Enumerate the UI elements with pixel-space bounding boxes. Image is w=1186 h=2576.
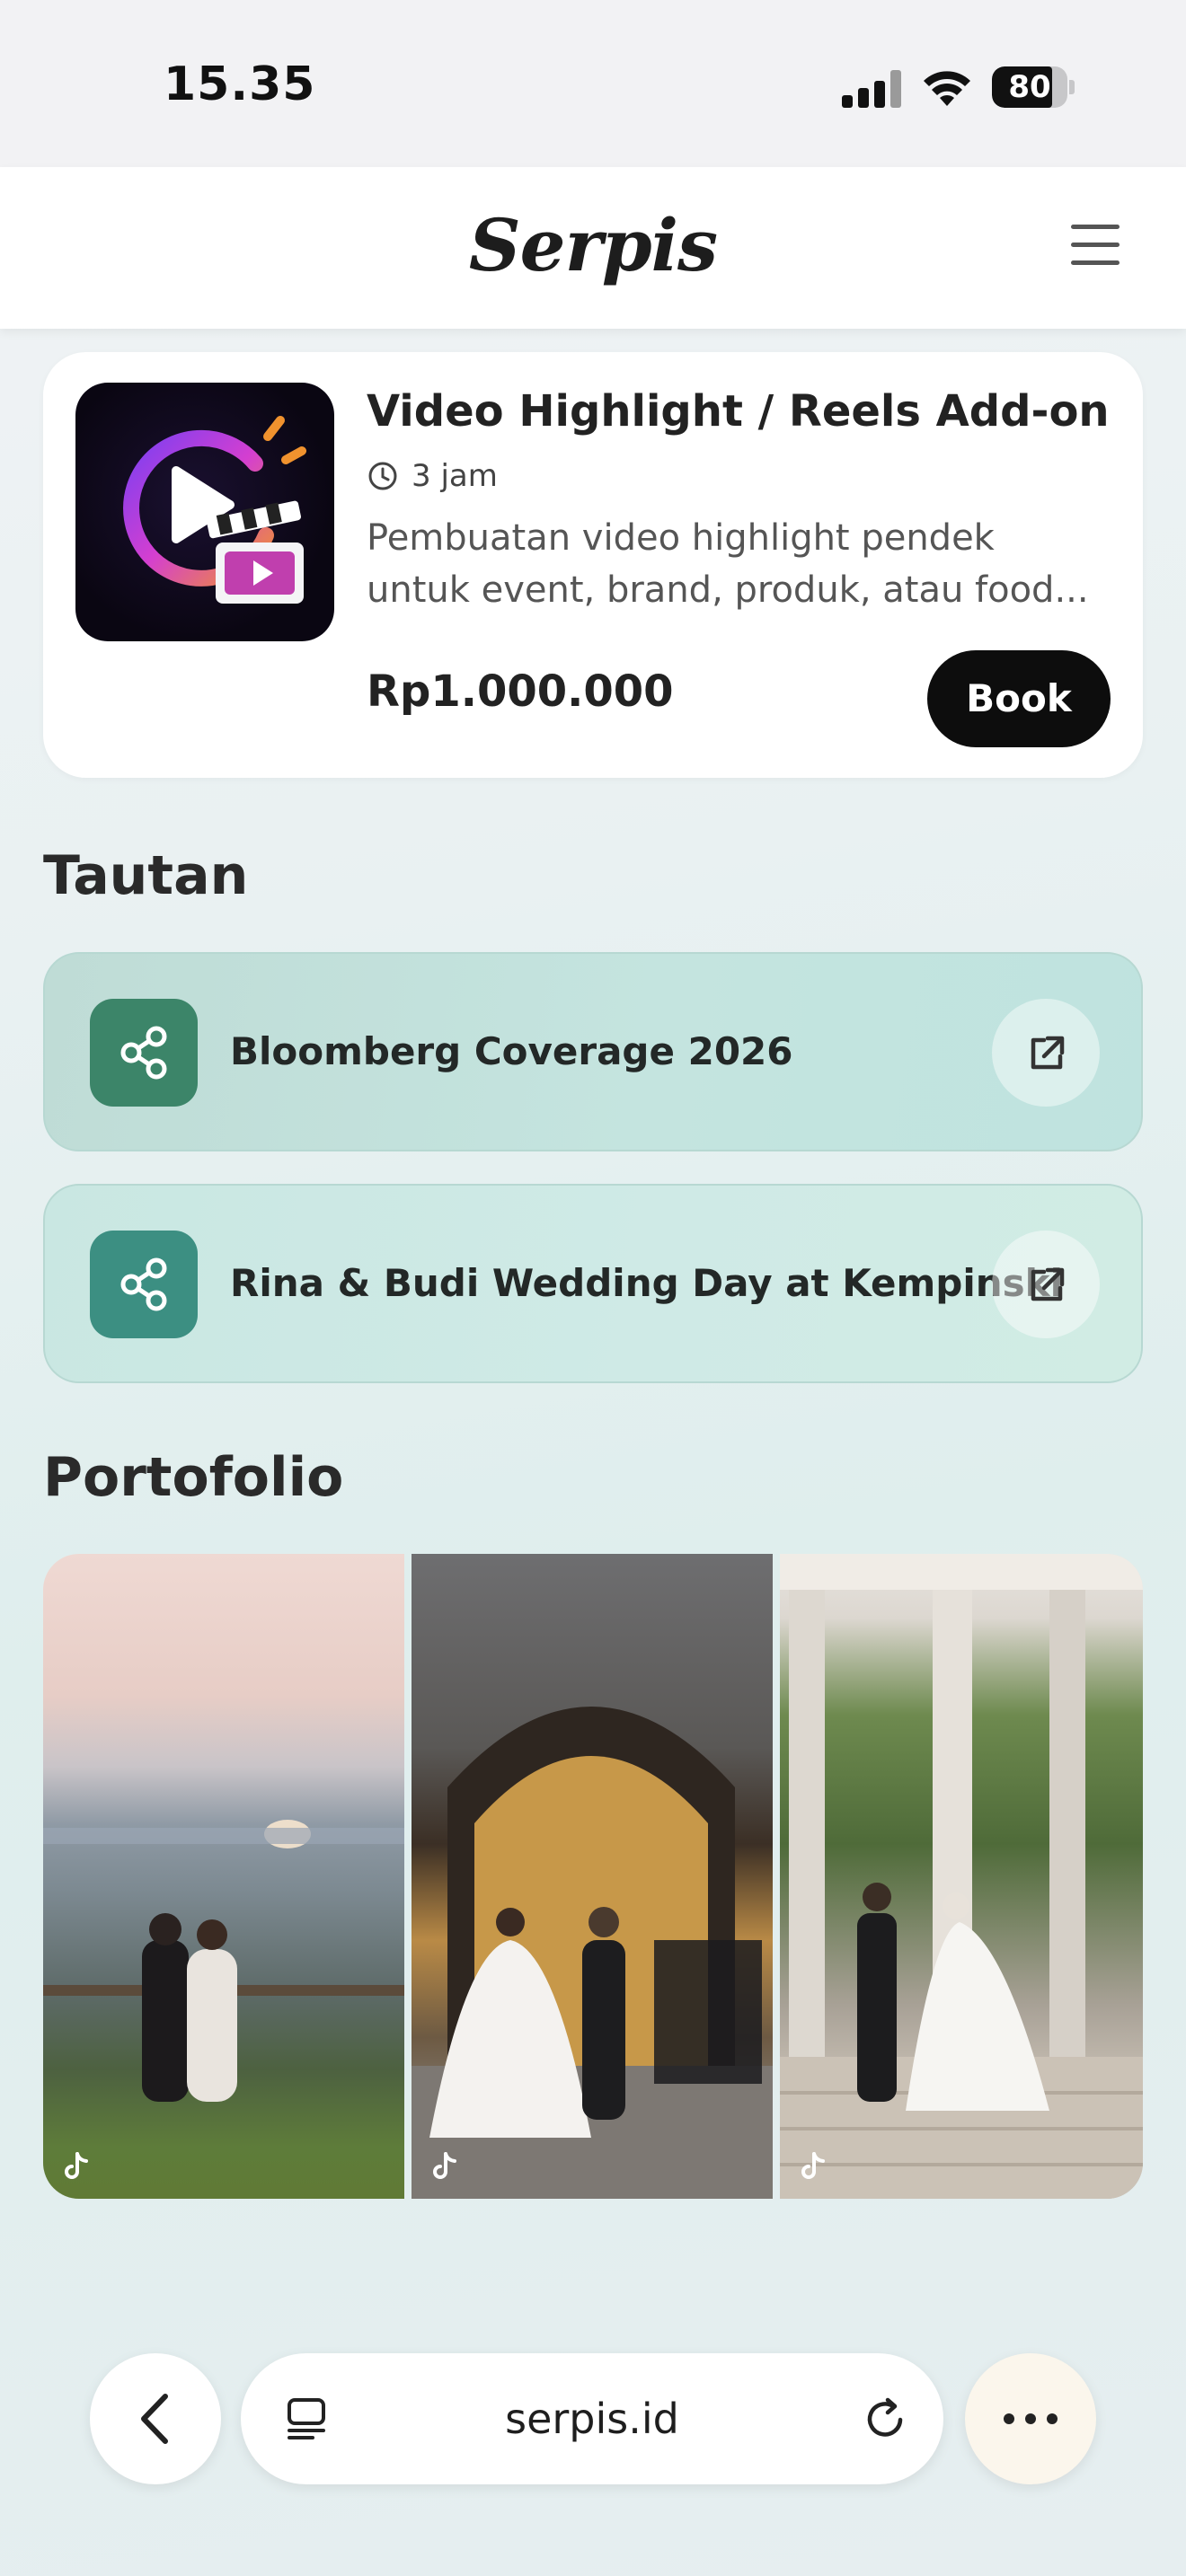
address-bar[interactable]: serpis.id xyxy=(241,2353,943,2484)
back-button[interactable] xyxy=(90,2353,221,2484)
external-link-icon[interactable] xyxy=(992,1231,1100,1338)
status-bar: 15.35 80 xyxy=(0,0,1186,167)
hamburger-menu-icon[interactable] xyxy=(1069,223,1121,268)
site-header: Serpis xyxy=(0,167,1186,329)
service-duration: 3 jam xyxy=(367,458,498,494)
tiktok-icon xyxy=(433,2152,456,2179)
share-icon xyxy=(90,1231,198,1338)
clock: 15.35 xyxy=(164,57,316,111)
share-icon xyxy=(90,999,198,1107)
ellipsis-icon xyxy=(1004,2413,1058,2424)
service-price: Rp1.000.000 xyxy=(367,666,674,717)
link-label: Bloomberg Coverage 2026 xyxy=(230,1029,793,1073)
book-button[interactable]: Book xyxy=(927,650,1111,747)
portfolio-item-church-wedding[interactable] xyxy=(412,1554,773,2199)
portfolio-section-title: Portofolio xyxy=(43,1446,344,1509)
portfolio-item-sunset-couple[interactable] xyxy=(43,1554,404,2199)
service-card[interactable]: Video Highlight / Reels Add-on 3 jam Pem… xyxy=(43,352,1143,778)
portfolio-item-garden-wedding[interactable] xyxy=(780,1554,1143,2199)
link-item-wedding[interactable]: Rina & Budi Wedding Day at Kempinski xyxy=(43,1184,1143,1383)
video-play-icon xyxy=(75,383,334,641)
duration-text: 3 jam xyxy=(412,458,498,494)
battery-percent: 80 xyxy=(1008,69,1051,105)
portfolio-grid xyxy=(43,1554,1143,2199)
chevron-left-icon xyxy=(141,2394,168,2444)
cellular-signal-icon xyxy=(842,70,901,108)
reload-icon[interactable] xyxy=(861,2395,909,2443)
site-logo[interactable]: Serpis xyxy=(0,203,1186,287)
url-text: serpis.id xyxy=(505,2395,679,2443)
more-options-button[interactable] xyxy=(965,2353,1096,2484)
clock-icon xyxy=(368,462,397,490)
external-link-icon[interactable] xyxy=(992,999,1100,1107)
battery-icon: 80 xyxy=(992,66,1075,108)
tiktok-icon xyxy=(801,2152,825,2179)
tiktok-icon xyxy=(65,2152,88,2179)
service-title: Video Highlight / Reels Add-on xyxy=(367,386,1110,437)
service-description: Pembuatan video highlight pendek untuk e… xyxy=(367,517,1089,611)
link-item-bloomberg[interactable]: Bloomberg Coverage 2026 xyxy=(43,952,1143,1151)
link-label: Rina & Budi Wedding Day at Kempinski xyxy=(230,1261,1063,1305)
links-section-title: Tautan xyxy=(43,844,249,907)
wifi-icon xyxy=(924,71,970,106)
